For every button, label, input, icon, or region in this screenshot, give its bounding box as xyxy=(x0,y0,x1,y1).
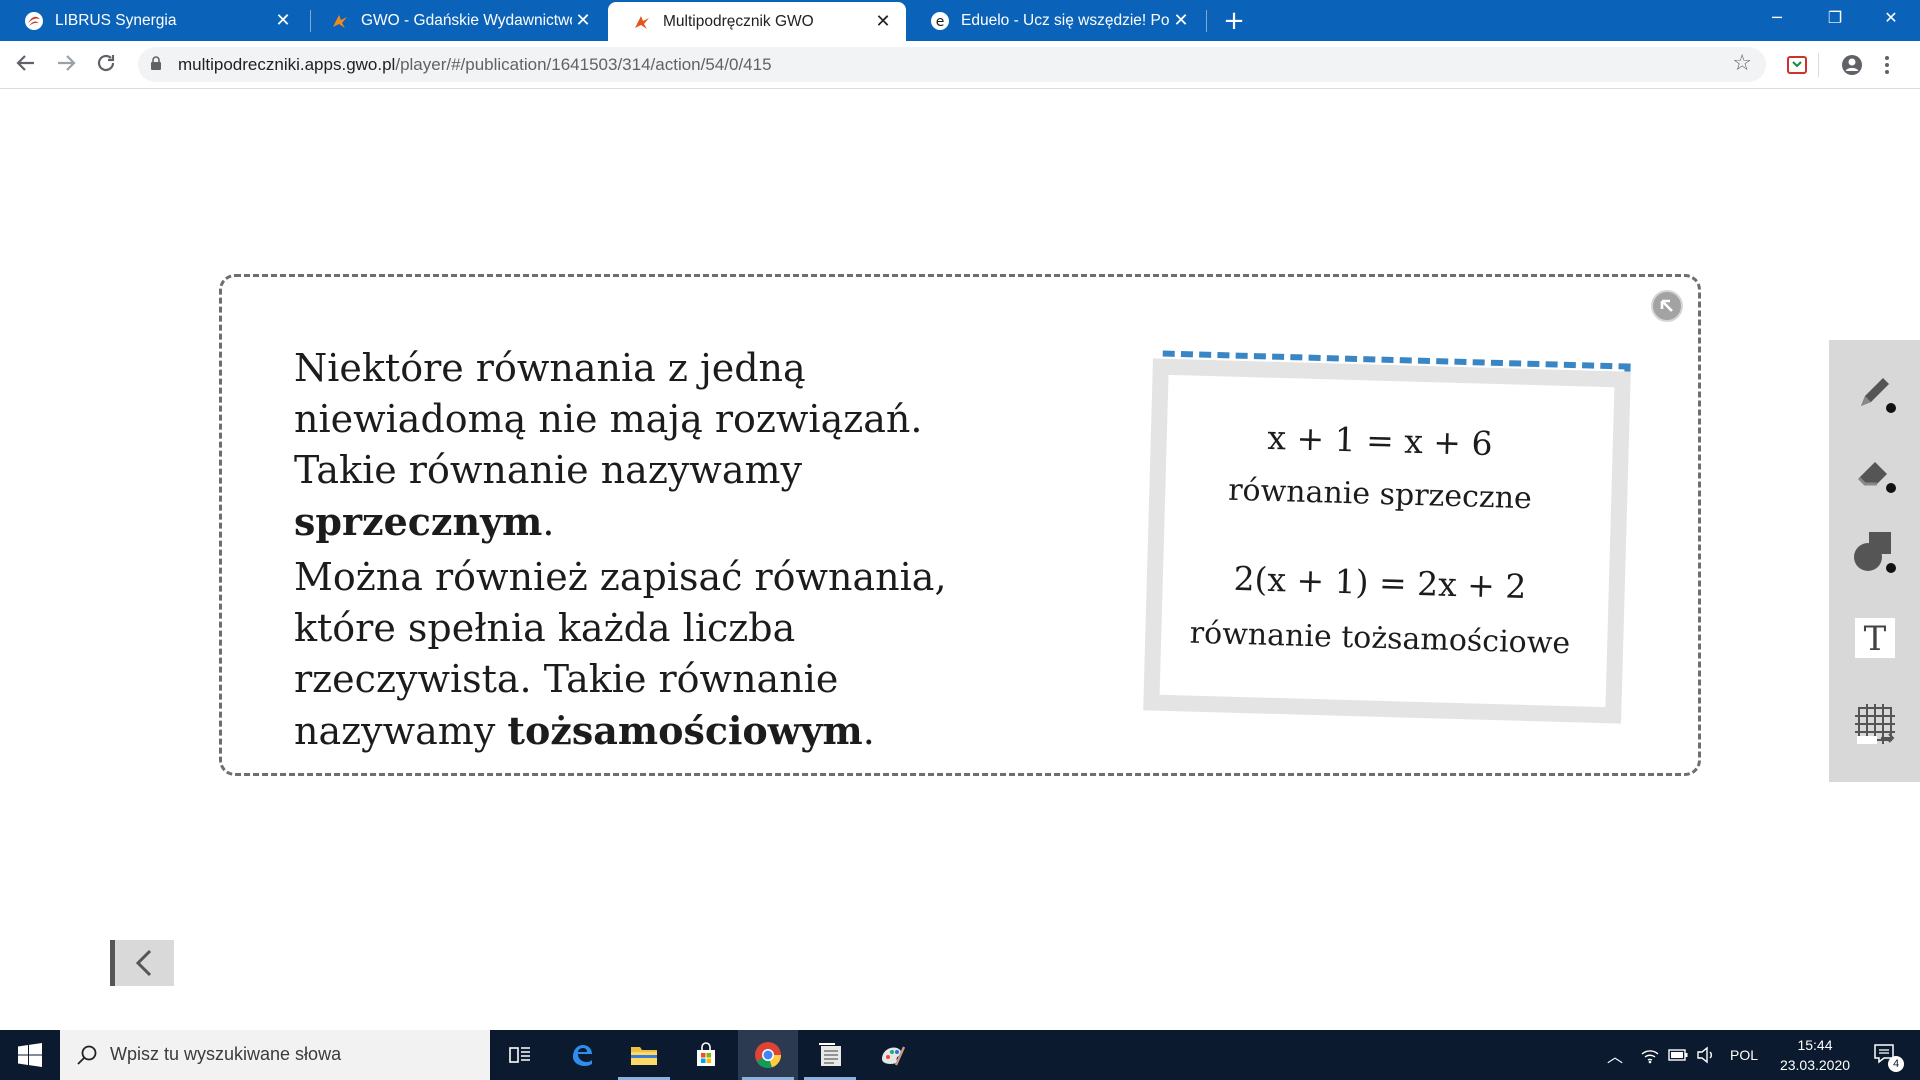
profile-icon[interactable] xyxy=(1841,54,1863,76)
toolbar-divider xyxy=(1818,53,1819,77)
clock[interactable]: 15:44 23.03.2020 xyxy=(1770,1035,1860,1075)
bookmark-star-icon[interactable]: ☆ xyxy=(1732,51,1752,76)
close-tab-icon[interactable]: ✕ xyxy=(1170,10,1192,31)
search-icon xyxy=(77,1045,97,1065)
svg-text:e: e xyxy=(936,14,945,30)
eraser-icon[interactable] xyxy=(1851,448,1899,496)
paint-icon[interactable] xyxy=(862,1030,922,1080)
paragraph-end: . xyxy=(862,709,875,753)
tab-title: LIBRUS Synergia xyxy=(55,11,177,29)
notification-badge: 4 xyxy=(1888,1056,1904,1072)
shapes-icon[interactable] xyxy=(1851,528,1899,576)
tab-gwo[interactable]: GWO - Gdańskie Wydawnictwo O ✕ xyxy=(306,0,606,41)
volume-icon[interactable] xyxy=(1696,1030,1718,1080)
note-paper xyxy=(1143,358,1631,724)
tab-strip: LIBRUS Synergia ✕ GWO - Gdańskie Wydawni… xyxy=(0,0,1920,41)
taskbar: Wpisz tu wyszukiwane słowa ︿ POL 15:44 2… xyxy=(0,1030,1920,1080)
language-indicator[interactable]: POL xyxy=(1730,1030,1766,1080)
url-host: multipodreczniki.apps.gwo.pl xyxy=(178,55,396,74)
close-tab-icon[interactable]: ✕ xyxy=(272,10,294,31)
chrome-icon[interactable] xyxy=(738,1030,798,1080)
show-hidden-icons-icon[interactable]: ︿ xyxy=(1600,1030,1630,1080)
lock-icon xyxy=(151,56,161,70)
reload-icon[interactable] xyxy=(92,51,120,79)
tool-palette: T xyxy=(1829,340,1920,782)
taskbar-search[interactable]: Wpisz tu wyszukiwane słowa xyxy=(60,1030,490,1080)
example-note: x + 1 = x + 6 równanie sprzeczne 2(x + 1… xyxy=(1120,345,1640,725)
clock-time: 15:44 xyxy=(1797,1037,1833,1053)
minimize-icon[interactable]: ─ xyxy=(1748,0,1806,36)
grid-icon[interactable] xyxy=(1851,700,1899,748)
collapse-button[interactable] xyxy=(1651,290,1683,322)
chevron-left-icon xyxy=(135,949,152,977)
tab-multipodrecznik[interactable]: Multipodręcznik GWO ✕ xyxy=(608,2,906,41)
search-placeholder: Wpisz tu wyszukiwane słowa xyxy=(110,1044,342,1064)
arrow-up-left-icon xyxy=(1660,299,1673,312)
document-app-icon[interactable] xyxy=(800,1030,860,1080)
definition-paragraph-1: Niektóre równania z jedną niewiadomą nie… xyxy=(294,343,1034,548)
restore-icon[interactable]: ❐ xyxy=(1806,0,1864,36)
close-window-icon[interactable]: ✕ xyxy=(1862,0,1920,36)
gwo-icon xyxy=(632,12,652,32)
close-tab-icon[interactable]: ✕ xyxy=(872,11,894,32)
text-tool-icon[interactable]: T xyxy=(1855,618,1895,659)
battery-icon[interactable] xyxy=(1668,1030,1690,1080)
button-edge xyxy=(110,940,115,986)
paragraph-end: . xyxy=(542,500,555,544)
browser-toolbar: multipodreczniki.apps.gwo.pl/player/#/pu… xyxy=(0,41,1920,89)
new-tab-button[interactable]: + xyxy=(1218,4,1250,38)
tab-title: GWO - Gdańskie Wydawnictwo O xyxy=(361,11,572,29)
pen-icon[interactable] xyxy=(1851,368,1899,416)
action-center-icon[interactable]: 4 xyxy=(1866,1030,1906,1080)
term-bold: sprzecznym xyxy=(294,499,543,544)
eduelo-icon: e xyxy=(930,11,950,31)
url-path: /player/#/publication/1641503/314/action… xyxy=(395,55,772,74)
gwo-icon xyxy=(330,11,350,31)
windows-logo-icon xyxy=(18,1043,42,1067)
librus-icon xyxy=(24,11,44,31)
tab-eduelo[interactable]: e Eduelo - Ucz się wszędzie! Poszer ✕ xyxy=(906,0,1204,41)
tab-divider xyxy=(1206,10,1207,32)
network-icon[interactable] xyxy=(1640,1030,1662,1080)
task-view-icon[interactable] xyxy=(490,1030,550,1080)
file-explorer-icon[interactable] xyxy=(614,1030,674,1080)
menu-kebab-icon[interactable] xyxy=(1882,54,1892,76)
url-text: multipodreczniki.apps.gwo.pl/player/#/pu… xyxy=(178,55,772,75)
tab-title: Eduelo - Ucz się wszędzie! Poszer xyxy=(961,11,1170,29)
back-arrow-icon[interactable] xyxy=(12,51,40,79)
start-button[interactable] xyxy=(0,1030,60,1080)
definition-paragraph-2: Można również zapisać równania, które sp… xyxy=(294,552,1034,757)
extension-icon[interactable] xyxy=(1786,54,1808,76)
address-bar[interactable]: multipodreczniki.apps.gwo.pl/player/#/pu… xyxy=(138,47,1766,82)
forward-arrow-icon[interactable] xyxy=(52,51,80,79)
tab-title: Multipodręcznik GWO xyxy=(663,12,814,30)
store-icon[interactable] xyxy=(676,1030,736,1080)
previous-page-button[interactable] xyxy=(110,940,174,986)
paragraph-text: Niektóre równania z jedną niewiadomą nie… xyxy=(294,346,923,492)
term-bold: tożsamościowym xyxy=(507,708,863,753)
clock-date: 23.03.2020 xyxy=(1779,1057,1851,1073)
tab-librus[interactable]: LIBRUS Synergia ✕ xyxy=(0,0,306,41)
edge-icon[interactable] xyxy=(552,1030,612,1080)
close-tab-icon[interactable]: ✕ xyxy=(572,10,594,31)
